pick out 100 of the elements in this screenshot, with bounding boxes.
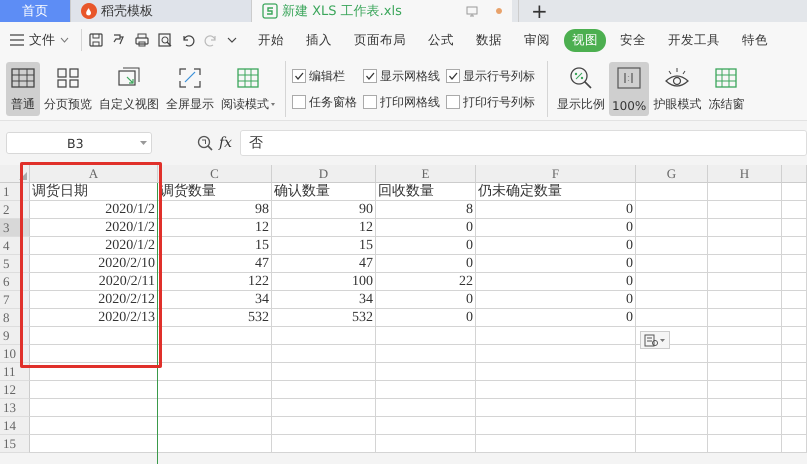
table-cell: 0 — [476, 219, 636, 237]
table-cell: 确认数量 — [272, 183, 376, 201]
table-cell: 0 — [376, 291, 476, 309]
cell-reference: B3 — [67, 136, 84, 150]
table-cell — [636, 399, 708, 417]
table-cell — [782, 417, 807, 435]
row-header[interactable]: 6 — [0, 273, 30, 291]
table-cell — [636, 273, 708, 291]
checkbox-box[interactable] — [292, 69, 306, 83]
checkbox[interactable]: 编辑栏 — [292, 68, 357, 84]
ribbon-tab[interactable]: 审阅 — [516, 28, 558, 52]
row-header[interactable]: 11 — [0, 363, 30, 381]
tab-label: 稻壳模板 — [101, 3, 153, 20]
row-header[interactable]: 7 — [0, 291, 30, 309]
print-preview-icon[interactable] — [157, 32, 173, 48]
table-cell: 0 — [476, 291, 636, 309]
row-header[interactable]: 15 — [0, 435, 30, 453]
ribbon-tab[interactable]: 开发工具 — [660, 28, 728, 52]
name-box[interactable]: B3 — [6, 132, 152, 154]
view-button[interactable]: 自定义视图 — [96, 62, 162, 116]
zoom-icon[interactable] — [197, 135, 213, 151]
table-cell: 0 — [376, 237, 476, 255]
monitor-icon — [466, 6, 478, 16]
column-header[interactable]: E — [376, 165, 476, 183]
column-header[interactable]: D — [272, 165, 376, 183]
table-cell: 12 — [272, 219, 376, 237]
flame-icon — [81, 3, 97, 19]
table-cell — [636, 435, 708, 453]
zoom-button[interactable]: 护眼模式 — [650, 62, 704, 116]
table-cell: 100 — [272, 273, 376, 291]
checkbox-box[interactable] — [292, 95, 306, 109]
table-cell — [782, 345, 807, 363]
row-header[interactable]: 4 — [0, 237, 30, 255]
triangle-icon — [19, 172, 27, 180]
table-cell — [636, 219, 708, 237]
table-cell — [636, 309, 708, 327]
view-button[interactable]: 普通 — [6, 62, 40, 116]
row-header[interactable]: 10 — [0, 345, 30, 363]
document-tab[interactable]: 稻壳模板 — [70, 0, 251, 22]
view-button[interactable]: 分页预览 — [41, 62, 95, 116]
column-header[interactable]: A — [30, 165, 158, 183]
ribbon-tab[interactable]: 安全 — [612, 28, 654, 52]
table-cell: 0 — [476, 273, 636, 291]
column-header[interactable]: H — [708, 165, 782, 183]
formula-field[interactable]: 否 — [240, 130, 807, 156]
table-cell: 34 — [272, 291, 376, 309]
checkbox[interactable]: 打印网格线 — [363, 94, 440, 110]
column-header[interactable]: G — [636, 165, 708, 183]
ribbon-tab[interactable]: 开始 — [250, 28, 292, 52]
zoom-button[interactable]: 冻结窗 — [705, 62, 748, 116]
row-header[interactable]: 13 — [0, 399, 30, 417]
save-icon[interactable] — [88, 32, 104, 48]
row-header[interactable]: 12 — [0, 381, 30, 399]
ribbon-tab[interactable]: 特色 — [734, 28, 776, 52]
column-header[interactable]: F — [476, 165, 636, 183]
zoom-button[interactable]: 100% — [609, 62, 650, 116]
table-cell: 8 — [376, 201, 476, 219]
view-button[interactable]: 全屏显示 — [163, 62, 217, 116]
row-header[interactable]: 8 — [0, 309, 30, 327]
table-cell — [782, 399, 807, 417]
checkbox-box[interactable] — [363, 69, 377, 83]
table-cell: 0 — [476, 201, 636, 219]
table-cell: 0 — [376, 219, 476, 237]
ribbon-tab[interactable]: 插入 — [298, 28, 340, 52]
row-header[interactable]: 3 — [0, 219, 30, 237]
ribbon-tab[interactable]: 数据 — [468, 28, 510, 52]
checkbox[interactable]: 显示行号列标 — [446, 68, 535, 84]
function-label[interactable]: fx — [219, 135, 232, 151]
checkbox-box[interactable] — [446, 69, 460, 83]
print-icon[interactable] — [134, 32, 150, 48]
table-cell — [636, 417, 708, 435]
table-cell — [782, 291, 807, 309]
row-header[interactable]: 9 — [0, 327, 30, 345]
table-cell — [636, 201, 708, 219]
table-cell — [636, 291, 708, 309]
checkbox[interactable]: 任务窗格 — [292, 94, 357, 110]
view-button[interactable]: 阅读模式 — [218, 62, 278, 116]
checkbox[interactable]: 打印行号列标 — [446, 94, 535, 110]
table-cell — [636, 381, 708, 399]
file-menu[interactable]: 文件 — [10, 31, 69, 49]
tab-label: 首页 — [22, 3, 48, 20]
table-cell: 回收数量 — [376, 183, 476, 201]
table-cell — [782, 255, 807, 273]
ribbon-tab[interactable]: 页面布局 — [346, 28, 414, 52]
row-header[interactable]: 2 — [0, 201, 30, 219]
column-header[interactable]: C — [158, 165, 272, 183]
zoom-button[interactable]: 显示比例 — [554, 62, 608, 116]
row-header[interactable]: 14 — [0, 417, 30, 435]
table-cell — [636, 237, 708, 255]
select-all-corner[interactable] — [0, 165, 30, 183]
ribbon-tab[interactable]: 公式 — [420, 28, 462, 52]
checkbox-box[interactable] — [446, 95, 460, 109]
checkbox[interactable]: 显示网格线 — [363, 68, 440, 84]
table-cell: 0 — [376, 255, 476, 273]
checkbox-box[interactable] — [363, 95, 377, 109]
paste-options-button[interactable] — [640, 331, 670, 349]
row-header[interactable]: 1 — [0, 183, 30, 201]
row-header[interactable]: 5 — [0, 255, 30, 273]
table-cell: 0 — [376, 309, 476, 327]
table-cell — [636, 255, 708, 273]
